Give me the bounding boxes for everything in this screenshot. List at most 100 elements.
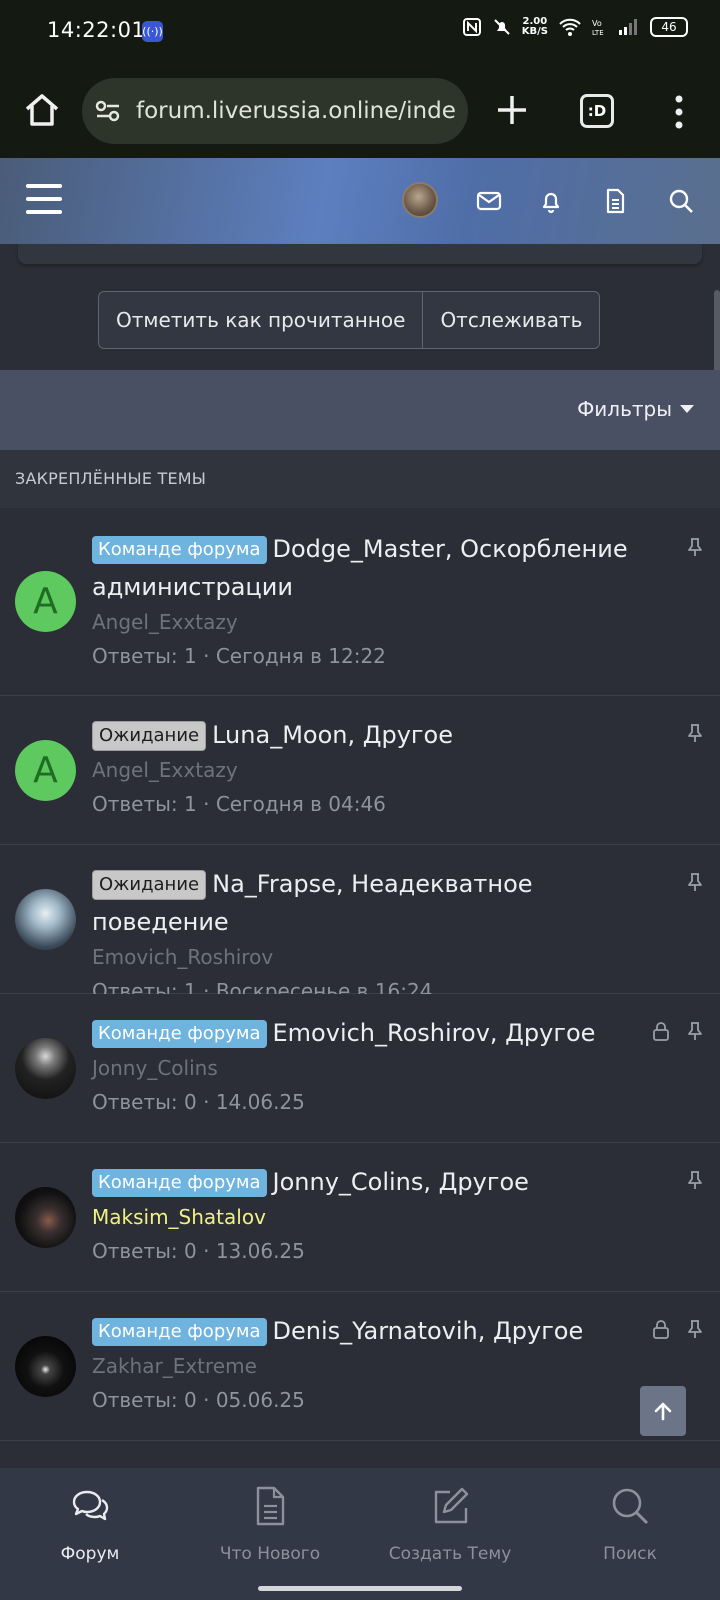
avatar[interactable] xyxy=(15,1038,76,1099)
thread-body: Команде форума Emovich_Roshirov, Другое J… xyxy=(92,1014,660,1120)
edit-icon xyxy=(434,1487,469,1524)
filters-dropdown[interactable]: Фильтры xyxy=(577,397,694,421)
lock-icon xyxy=(653,1320,669,1339)
pin-icon xyxy=(688,724,702,742)
battery-indicator: 46 xyxy=(650,17,688,37)
thread-author[interactable]: Angel_Exxtazy xyxy=(92,754,660,786)
avatar[interactable] xyxy=(15,889,76,950)
header-shadow-panel xyxy=(18,244,702,264)
svg-text:Vo: Vo xyxy=(592,19,602,28)
thread-title-text: Luna_Moon, Другое xyxy=(212,721,453,749)
pin-icon xyxy=(688,538,702,556)
document-icon[interactable] xyxy=(600,186,630,216)
thread-item[interactable]: Команде форума Jonny_Colins, Другое Maksi… xyxy=(0,1143,720,1292)
status-time: 14:22:01 xyxy=(47,18,146,42)
thread-status-icons xyxy=(684,871,706,893)
thread-author[interactable]: Maksim_Shatalov xyxy=(92,1201,660,1233)
browser-toolbar: forum.liverussia.online/inde :D xyxy=(0,64,720,158)
tab-switcher-button[interactable]: :D xyxy=(580,94,614,128)
pinned-section-label: ЗАКРЕПЛЁННЫЕ ТЕМЫ xyxy=(0,450,720,508)
mark-read-button[interactable]: Отметить как прочитанное xyxy=(99,292,422,348)
nav-create-thread[interactable]: Создать Тему xyxy=(360,1468,540,1588)
nav-whats-new[interactable]: Что Нового xyxy=(180,1468,360,1588)
watch-button[interactable]: Отслеживать xyxy=(422,292,599,348)
thread-item[interactable]: A Команде форума Dodge_Master, Оскорблени… xyxy=(0,508,720,696)
new-tab-icon[interactable] xyxy=(492,90,532,130)
avatar[interactable] xyxy=(15,1187,76,1248)
url-text: forum.liverussia.online/inde xyxy=(136,98,456,124)
wifi-icon xyxy=(559,18,581,36)
chevron-down-icon xyxy=(680,405,694,413)
thread-title[interactable]: Ожидание Na_Frapse, Неадекватное поведени… xyxy=(92,865,672,941)
thread-title-text: Denis_Yarnatovih, Другое xyxy=(272,1317,584,1345)
thread-body: Команде форума Jonny_Colins, Другое Maksi… xyxy=(92,1163,660,1269)
bottom-navigation: Форум Что Нового Создать Тему Поиск xyxy=(0,1468,720,1600)
site-settings-icon[interactable] xyxy=(94,97,122,125)
thread-meta: Ответы: 0 · 14.06.25 xyxy=(92,1090,305,1114)
thread-status-icons xyxy=(650,1318,706,1340)
status-icons: 2.00 KB/S Vo LTE 46 xyxy=(462,17,688,37)
filters-label: Фильтры xyxy=(577,397,672,421)
overflow-menu-icon[interactable] xyxy=(664,92,694,132)
prefix-badge: Ожидание xyxy=(92,721,207,751)
thread-item[interactable]: A Ожидание Luna_Moon, Другое Angel_Exxtaz… xyxy=(0,696,720,845)
avatar[interactable]: A xyxy=(15,571,76,632)
pin-icon xyxy=(688,1171,702,1189)
hotspot-icon: ((·)) xyxy=(142,21,163,42)
nav-forum[interactable]: Форум xyxy=(0,1468,180,1588)
document-icon xyxy=(256,1486,285,1526)
thread-title[interactable]: Команде форума Dodge_Master, Оскорбление … xyxy=(92,530,632,606)
thread-title-text: Jonny_Colins, Другое xyxy=(272,1168,529,1196)
prefix-badge: Команде форума xyxy=(92,536,267,564)
thread-status-icons xyxy=(684,722,706,744)
user-avatar[interactable] xyxy=(402,182,438,218)
thread-status-icons xyxy=(684,536,706,558)
thread-item[interactable]: Команде форума Emovich_Roshirov, Другое J… xyxy=(0,994,720,1143)
thread-title[interactable]: Команде форума Jonny_Colins, Другое xyxy=(92,1163,660,1201)
net-speed: 2.00 KB/S xyxy=(521,16,548,37)
pin-icon xyxy=(688,873,702,891)
volte-icon: VoLTE xyxy=(592,19,604,37)
thread-meta: Ответы: 0 · 05.06.25 xyxy=(92,1388,305,1412)
thread-status-icons xyxy=(650,1020,706,1042)
search-icon[interactable] xyxy=(666,186,696,216)
thread-body: Команде форума Dodge_Master, Оскорбление … xyxy=(92,530,632,674)
thread-author[interactable]: Angel_Exxtazy xyxy=(92,606,632,638)
search-icon xyxy=(612,1488,649,1525)
arrow-up-icon xyxy=(654,1402,672,1421)
thread-body: Команде форума Denis_Yarnatovih, Другое Z… xyxy=(92,1312,660,1418)
thread-title-text: Emovich_Roshirov, Другое xyxy=(272,1019,596,1047)
prefix-badge: Ожидание xyxy=(92,870,207,900)
thread-meta: Ответы: 1 · Сегодня в 12:22 xyxy=(92,644,386,668)
thread-item[interactable]: Ожидание Na_Frapse, Неадекватное поведени… xyxy=(0,845,720,1003)
thread-actions: Отметить как прочитанное Отслеживать xyxy=(98,291,601,349)
prefix-badge: Команде форума xyxy=(92,1020,267,1048)
nav-label: Создать Тему xyxy=(388,1544,512,1564)
nav-search[interactable]: Поиск xyxy=(540,1468,720,1588)
thread-title[interactable]: Команде форума Denis_Yarnatovih, Другое xyxy=(92,1312,660,1350)
home-indicator[interactable] xyxy=(258,1586,462,1591)
avatar[interactable] xyxy=(15,1336,76,1397)
thread-author[interactable]: Emovich_Roshirov xyxy=(92,941,672,973)
bell-icon[interactable] xyxy=(536,186,566,216)
nav-label: Поиск xyxy=(603,1544,657,1564)
avatar[interactable]: A xyxy=(15,740,76,801)
thread-title[interactable]: Команде форума Emovich_Roshirov, Другое xyxy=(92,1014,660,1052)
thread-body: Ожидание Luna_Moon, Другое Angel_Exxtazy … xyxy=(92,716,660,822)
lock-icon xyxy=(653,1022,669,1041)
svg-text:LTE: LTE xyxy=(592,29,604,37)
scroll-to-top-button[interactable] xyxy=(640,1386,686,1436)
thread-title[interactable]: Ожидание Luna_Moon, Другое xyxy=(92,716,660,754)
prefix-badge: Команде форума xyxy=(92,1169,267,1197)
home-icon[interactable] xyxy=(22,90,62,130)
mail-icon[interactable] xyxy=(474,186,504,216)
thread-meta: Ответы: 0 · 13.06.25 xyxy=(92,1239,305,1263)
thread-author[interactable]: Zakhar_Extreme xyxy=(92,1350,660,1382)
filter-bar: Фильтры xyxy=(0,370,720,450)
hamburger-menu-icon[interactable] xyxy=(26,184,62,216)
thread-body: Ожидание Na_Frapse, Неадекватное поведени… xyxy=(92,865,672,1009)
address-bar[interactable]: forum.liverussia.online/inde xyxy=(82,78,468,144)
thread-item[interactable]: Команде форума Denis_Yarnatovih, Другое Z… xyxy=(0,1292,720,1441)
thread-author[interactable]: Jonny_Colins xyxy=(92,1052,660,1084)
forum-header xyxy=(0,158,720,244)
